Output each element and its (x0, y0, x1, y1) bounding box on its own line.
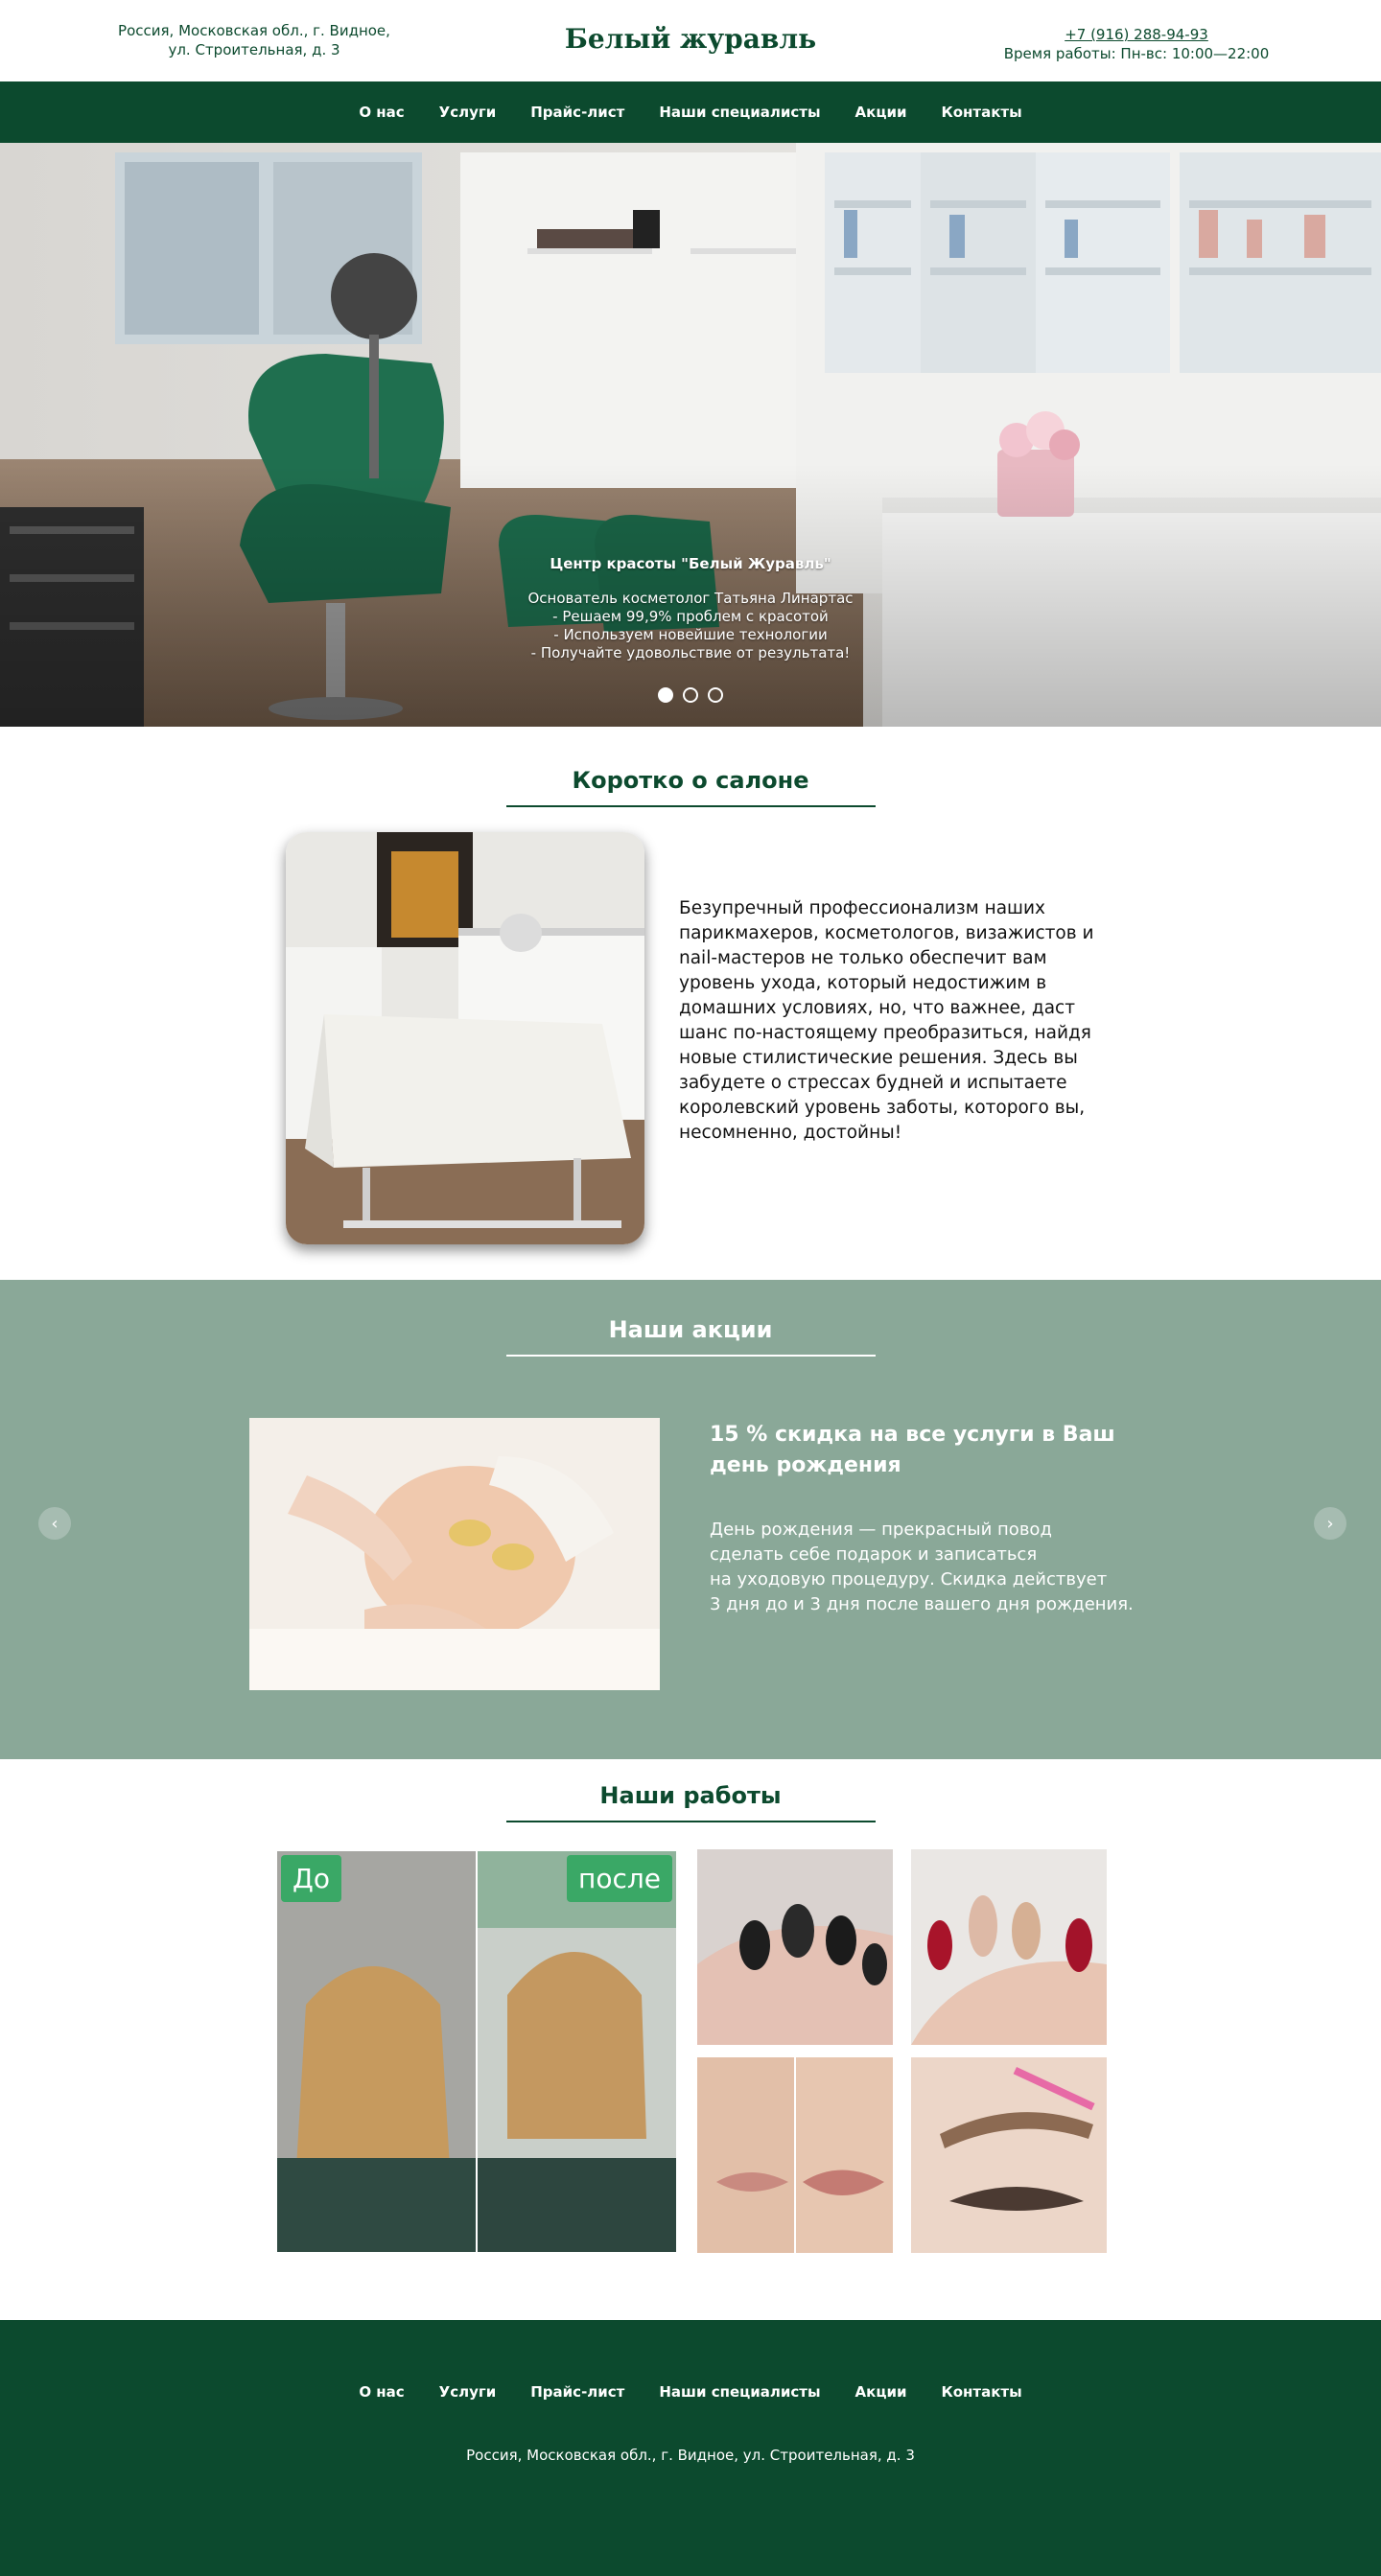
promo-text-line-1: День рождения — прекрасный повод (710, 1520, 1052, 1540)
footer-nav-contacts[interactable]: Контакты (941, 2383, 1021, 2401)
slide-dot-1[interactable] (658, 687, 673, 703)
work-hair-before-after[interactable]: До после (277, 1851, 676, 2252)
promo-text-line-2: сделать себе подарок и записаться (710, 1544, 1038, 1565)
top-header: Россия, Московская обл., г. Видное, ул. … (0, 0, 1381, 81)
footer: О нас Услуги Прайс-лист Наши специалисты… (0, 2320, 1381, 2576)
slide-dot-3[interactable] (708, 687, 723, 703)
works-title-divider (505, 1821, 876, 1822)
footer-nav-specialists[interactable]: Наши специалисты (659, 2383, 820, 2401)
promo-heading: 15 % скидка на все услуги в Ваш день рож… (710, 1423, 1115, 1477)
footer-nav-promotions[interactable]: Акции (855, 2383, 907, 2401)
hero-line-2: - Решаем 99,9% проблем с красотой (552, 608, 829, 625)
hero-title: Центр красоты "Белый Журавль" (550, 555, 831, 572)
promotions-section: Наши акции ‹ 15 % скидка на все услуги в… (0, 1280, 1381, 1759)
nav-item-services[interactable]: Услуги (439, 104, 497, 121)
main-nav: О нас Услуги Прайс-лист Наши специалисты… (0, 81, 1381, 143)
hero-line-4: - Получайте удовольствие от результата! (530, 644, 851, 661)
footer-address: Россия, Московская обл., г. Видное, ул. … (466, 2447, 915, 2464)
works-section: Наши работы До после (0, 1759, 1381, 2320)
footer-nav: О нас Услуги Прайс-лист Наши специалисты… (0, 2383, 1381, 2401)
about-description: Безупречный профессионализм наших парикм… (679, 898, 1094, 1143)
hero-line-3: - Используем новейшие технологии (553, 626, 828, 643)
works-title: Наши работы (599, 1782, 782, 1809)
promotions-title-divider (505, 1355, 876, 1357)
hero-slider: Центр красоты "Белый Журавль" Основатель… (0, 143, 1381, 727)
footer-nav-services[interactable]: Услуги (439, 2383, 497, 2401)
nav-item-pricelist[interactable]: Прайс-лист (530, 104, 624, 121)
chevron-left-icon[interactable]: ‹ (38, 1507, 71, 1540)
promotions-title: Наши акции (608, 1316, 773, 1343)
about-title-divider (505, 805, 876, 807)
working-hours: Время работы: Пн-вс: 10:00—22:00 (1003, 45, 1270, 62)
nav-item-promotions[interactable]: Акции (855, 104, 907, 121)
chevron-right-icon[interactable]: › (1314, 1507, 1346, 1540)
hero-caption: Центр красоты "Белый Журавль" Основатель… (0, 555, 1381, 662)
nav-item-about[interactable]: О нас (359, 104, 404, 121)
hero-pagination (0, 687, 1381, 703)
work-brows[interactable] (911, 2057, 1107, 2253)
nav-item-specialists[interactable]: Наши специалисты (659, 104, 820, 121)
slide-dot-2[interactable] (683, 687, 698, 703)
promo-facial-image (249, 1418, 660, 1690)
work-lips-before-after[interactable] (697, 2057, 893, 2253)
promo-text-line-4: 3 дня до и 3 дня после вашего дня рожден… (710, 1594, 1134, 1614)
hero-line-1: Основатель косметолог Татьяна Линартас (527, 590, 854, 607)
promo-text-line-3: на уходовую процедуру. Скидка действует (710, 1569, 1108, 1590)
work-nails-dark[interactable] (697, 1849, 893, 2045)
after-badge: после (567, 1855, 672, 1902)
before-badge: До (281, 1855, 342, 1902)
about-cabinet-image (286, 832, 644, 1244)
nav-item-contacts[interactable]: Контакты (941, 104, 1021, 121)
footer-nav-about[interactable]: О нас (359, 2383, 404, 2401)
promo-text: День рождения — прекрасный повод сделать… (710, 1518, 1170, 1617)
about-title: Коротко о салоне (572, 767, 809, 794)
header-contact: +7 (916) 288-94-93 Время работы: Пн-вс: … (997, 25, 1276, 63)
work-nails-nude[interactable] (911, 1849, 1107, 2045)
footer-nav-pricelist[interactable]: Прайс-лист (530, 2383, 624, 2401)
phone-link[interactable]: +7 (916) 288-94-93 (997, 25, 1276, 44)
